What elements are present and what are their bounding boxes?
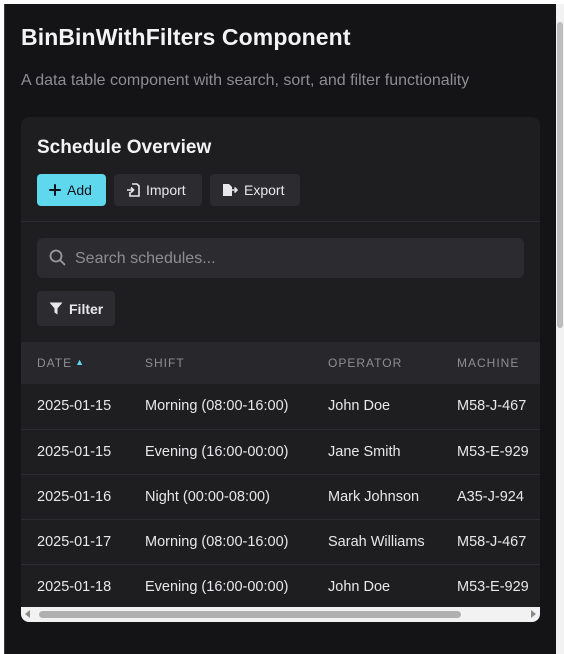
import-button-label: Import — [146, 182, 186, 198]
schedule-table-container: DATE ▲ SHIFT OPERATOR MACHINE 2025-01-15 … — [21, 342, 540, 607]
app-frame: BinBinWithFilters Component A data table… — [4, 4, 557, 654]
cell-machine: A35-J-924 — [457, 488, 524, 505]
cell-operator: Sarah Williams — [328, 533, 425, 550]
card-title: Schedule Overview — [37, 137, 212, 158]
vertical-scrollbar-thumb[interactable] — [557, 22, 563, 328]
filter-icon — [49, 302, 63, 315]
table-row[interactable]: 2025-01-15 Evening (16:00-00:00) Jane Sm… — [21, 429, 540, 474]
search-box[interactable] — [37, 238, 524, 280]
schedule-table: DATE ▲ SHIFT OPERATOR MACHINE 2025-01-15 … — [21, 342, 540, 607]
column-header-operator[interactable]: OPERATOR — [312, 342, 441, 384]
cell-operator: John Doe — [328, 398, 391, 415]
cell-shift: Night (00:00-08:00) — [145, 488, 270, 505]
cell-shift: Morning (08:00-16:00) — [145, 398, 289, 415]
filter-button[interactable]: Filter — [37, 291, 115, 326]
table-row[interactable]: 2025-01-15 Morning (08:00-16:00) John Do… — [21, 384, 540, 429]
cell-date: 2025-01-15 — [37, 398, 112, 415]
page-subtitle: A data table component with search, sort… — [21, 72, 470, 89]
cell-date: 2025-01-16 — [37, 488, 112, 505]
cell-date: 2025-01-15 — [37, 443, 112, 460]
table-row[interactable]: 2025-01-18 Evening (16:00-00:00) John Do… — [21, 564, 540, 607]
search-input[interactable] — [73, 238, 517, 280]
cell-shift: Evening (16:00-00:00) — [145, 578, 289, 595]
add-button-label: Add — [67, 182, 92, 198]
table-row[interactable]: 2025-01-17 Morning (08:00-16:00) Sarah W… — [21, 519, 540, 564]
cell-machine: M53-E-929 — [457, 578, 529, 595]
column-header-shift[interactable]: SHIFT — [129, 342, 312, 384]
cell-date: 2025-01-17 — [37, 533, 112, 550]
page-title: BinBinWithFilters Component — [21, 24, 351, 50]
sort-ascending-icon: ▲ — [75, 357, 86, 367]
export-icon — [222, 183, 238, 197]
filter-button-label: Filter — [69, 300, 104, 317]
cell-operator: Mark Johnson — [328, 488, 420, 505]
table-header-row: DATE ▲ SHIFT OPERATOR MACHINE — [21, 342, 540, 384]
horizontal-scrollbar-thumb[interactable] — [39, 611, 461, 618]
add-button[interactable]: Add — [37, 174, 106, 206]
cell-shift: Morning (08:00-16:00) — [145, 533, 289, 550]
divider — [21, 221, 540, 222]
column-header-machine[interactable]: MACHINE — [441, 342, 540, 384]
plus-icon — [49, 184, 61, 196]
import-icon — [126, 183, 140, 197]
scroll-left-arrow-icon[interactable] — [25, 610, 30, 618]
cell-operator: Jane Smith — [328, 443, 401, 460]
cell-machine: M53-E-929 — [457, 443, 529, 460]
cell-date: 2025-01-18 — [37, 578, 112, 595]
scroll-right-arrow-icon[interactable] — [531, 610, 536, 618]
cell-shift: Evening (16:00-00:00) — [145, 443, 289, 460]
export-button[interactable]: Export — [210, 174, 300, 206]
cell-machine: M58-J-467 — [457, 533, 527, 550]
cell-operator: John Doe — [328, 578, 391, 595]
export-button-label: Export — [244, 182, 285, 198]
vertical-scrollbar[interactable] — [556, 4, 564, 654]
schedule-card: Schedule Overview Add Import Export Sear… — [21, 117, 540, 622]
import-button[interactable]: Import — [114, 174, 202, 206]
cell-machine: M58-J-467 — [457, 398, 527, 415]
table-row[interactable]: 2025-01-16 Night (00:00-08:00) Mark John… — [21, 474, 540, 519]
horizontal-scrollbar[interactable] — [21, 607, 540, 622]
column-header-date[interactable]: DATE ▲ — [21, 342, 129, 384]
